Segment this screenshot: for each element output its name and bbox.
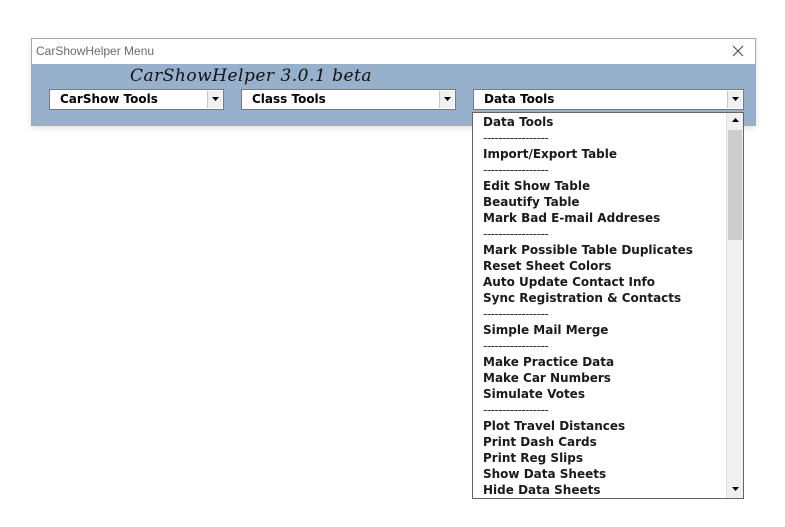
dropdown-item[interactable]: Print Reg Slips (483, 450, 725, 466)
dropdown-item[interactable]: Make Practice Data (483, 354, 725, 370)
scroll-down-button[interactable] (727, 482, 743, 498)
dropdown-separator: ----------------- (483, 307, 549, 321)
class-tools-label: Class Tools (252, 92, 326, 106)
scroll-up-arrow-icon (731, 118, 739, 122)
window-title: CarShowHelper Menu (36, 44, 155, 58)
chevron-down-icon (731, 97, 739, 101)
chevron-down-icon (211, 97, 219, 101)
app-banner: CarShowHelper 3.0.1 beta (130, 66, 373, 86)
dropdown-item[interactable]: Plot Travel Distances (483, 418, 725, 434)
dropdown-item[interactable]: Mark Possible Table Duplicates (483, 242, 725, 258)
dropdown-item[interactable]: Simulate Votes (483, 386, 725, 402)
dropdown-separator: ----------------- (483, 163, 549, 177)
dropdown-item[interactable]: Sync Registration & Contacts (483, 290, 725, 306)
class-tools-dropdown[interactable]: Class Tools (241, 89, 456, 110)
dropdown-item[interactable]: Auto Update Contact Info (483, 274, 725, 290)
dropdown-item[interactable]: Data Tools (483, 114, 725, 130)
dropdown-separator: ----------------- (483, 403, 549, 417)
data-tools-arrow-button[interactable] (727, 91, 742, 108)
data-tools-dropdown-list: Data Tools ----------------- Import/Export… (472, 112, 744, 499)
dropdown-item[interactable]: Reset Sheet Colors (483, 258, 725, 274)
dropdown-item[interactable]: Edit Show Table (483, 178, 725, 194)
data-tools-label: Data Tools (484, 92, 555, 106)
dropdown-scrollbar[interactable] (726, 113, 743, 498)
scrollbar-thumb[interactable] (728, 130, 742, 240)
carshow-tools-label: CarShow Tools (60, 92, 158, 106)
close-button[interactable] (727, 41, 749, 61)
carshow-tools-arrow-button[interactable] (207, 91, 222, 108)
dropdown-item[interactable]: Hide Data Sheets (483, 482, 725, 498)
dropdown-items: Data Tools ----------------- Import/Export… (483, 114, 725, 498)
scroll-up-button[interactable] (727, 113, 743, 129)
dropdown-separator: ----------------- (483, 131, 549, 145)
carshow-tools-dropdown[interactable]: CarShow Tools (49, 89, 224, 110)
dropdown-item[interactable]: Beautify Table (483, 194, 725, 210)
title-bar[interactable]: CarShowHelper Menu (32, 39, 755, 64)
dropdown-separator: ----------------- (483, 339, 549, 353)
data-tools-dropdown[interactable]: Data Tools (473, 89, 744, 110)
class-tools-arrow-button[interactable] (439, 91, 454, 108)
dropdown-item[interactable]: Import/Export Table (483, 146, 725, 162)
dropdown-item[interactable]: Show Data Sheets (483, 466, 725, 482)
chevron-down-icon (443, 97, 451, 101)
dropdown-item[interactable]: Print Dash Cards (483, 434, 725, 450)
scroll-down-arrow-icon (731, 487, 739, 491)
dropdown-item[interactable]: Make Car Numbers (483, 370, 725, 386)
close-icon (732, 45, 744, 57)
dropdown-item[interactable]: Simple Mail Merge (483, 322, 725, 338)
dropdown-item[interactable]: Mark Bad E-mail Addreses (483, 210, 725, 226)
dropdown-separator: ----------------- (483, 227, 549, 241)
